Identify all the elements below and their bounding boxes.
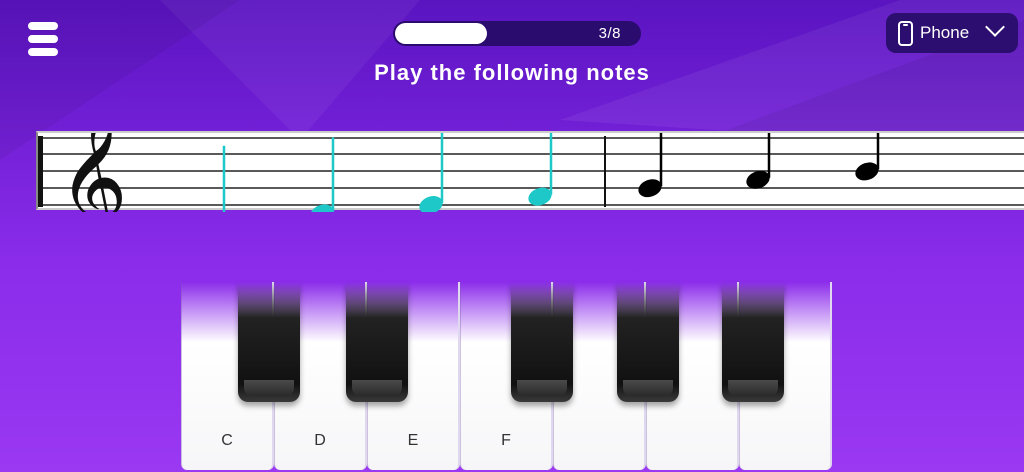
menu-icon-bar [28, 48, 58, 56]
progress-label: 3/8 [598, 25, 621, 42]
game-screen: 3/8 Phone Play the following notes 𝄞 C D E… [0, 0, 1024, 472]
treble-clef-icon: 𝄞 [58, 133, 128, 212]
piano-black-key[interactable] [511, 282, 573, 402]
instruction-text: Play the following notes [374, 60, 650, 85]
piano-black-key[interactable] [617, 282, 679, 402]
piano-black-key[interactable] [722, 282, 784, 402]
key-label: F [501, 432, 511, 449]
device-selector[interactable]: Phone [886, 13, 1018, 53]
menu-icon-bar [28, 35, 58, 43]
progress-fill [395, 23, 487, 44]
piano-black-key[interactable] [238, 282, 300, 402]
staff-drawing: 𝄞 [38, 133, 1024, 212]
key-label: C [221, 432, 233, 449]
menu-icon-bar [28, 22, 58, 30]
progress-bar: 3/8 [393, 21, 641, 46]
key-label: E [407, 432, 419, 449]
phone-icon [898, 21, 913, 46]
music-staff: 𝄞 [36, 131, 1024, 212]
piano-keyboard: C D E F [181, 282, 832, 472]
device-label: Phone [920, 23, 970, 42]
piano-black-key[interactable] [346, 282, 408, 402]
key-label: D [314, 432, 326, 449]
chevron-down-icon [985, 17, 1005, 37]
menu-button[interactable] [28, 22, 58, 56]
staff-start-bar [38, 136, 43, 207]
